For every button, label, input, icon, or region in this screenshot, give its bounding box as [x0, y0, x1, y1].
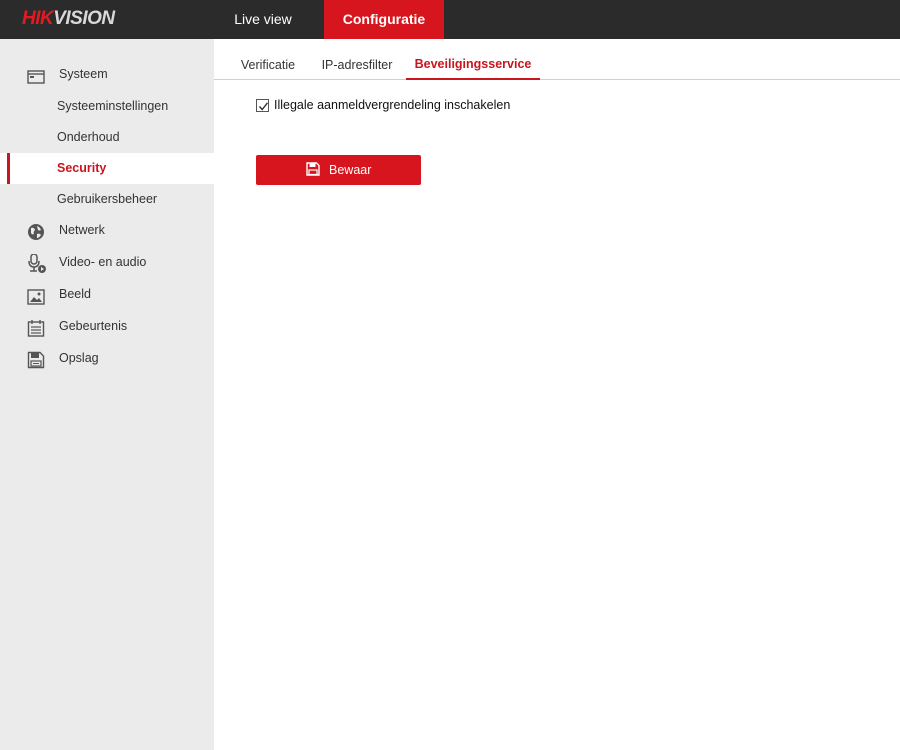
sidebar-subitem-label: Onderhoud — [57, 130, 120, 144]
sidebar-item-label: Video- en audio — [59, 255, 147, 269]
sidebar-item-beeld[interactable]: Beeld — [0, 279, 214, 309]
tab-verificatie[interactable]: Verificatie — [232, 39, 304, 79]
sidebar-subitem-security[interactable]: Security — [0, 153, 214, 184]
sidebar-subitem-label: Security — [57, 161, 107, 175]
sidebar-item-opslag[interactable]: Opslag — [0, 343, 214, 373]
tab-ip-adresfilter[interactable]: IP-adresfilter — [316, 39, 398, 79]
sidebar-item-gebeurtenis[interactable]: Gebeurtenis — [0, 311, 214, 341]
sidebar-subitem-label: Gebruikersbeheer — [57, 192, 158, 206]
calendar-icon — [27, 318, 45, 337]
logo-part-hik: HIK — [22, 8, 54, 29]
illegal-login-lock-checkbox[interactable] — [256, 99, 269, 112]
microphone-icon — [27, 253, 46, 273]
nav-configuratie[interactable]: Configuratie — [324, 0, 444, 39]
storage-icon — [27, 350, 45, 369]
nav-live-view[interactable]: Live view — [214, 0, 312, 39]
sidebar: Systeem Systeeminstellingen Onderhoud Se… — [0, 39, 214, 750]
sidebar-item-netwerk[interactable]: Netwerk — [0, 215, 214, 245]
floppy-disk-icon — [306, 162, 320, 176]
illegal-login-lock-label: Illegale aanmeldvergrendeling inschakele… — [274, 98, 511, 112]
sidebar-item-label: Netwerk — [59, 223, 105, 237]
sidebar-item-label: Systeem — [59, 67, 108, 81]
save-button[interactable]: Bewaar — [256, 155, 421, 185]
sidebar-item-systeem[interactable]: Systeem — [0, 59, 214, 89]
sidebar-subitem-gebruikersbeheer[interactable]: Gebruikersbeheer — [0, 184, 214, 215]
sidebar-subitem-systeeminstellingen[interactable]: Systeeminstellingen — [0, 91, 214, 122]
save-button-label: Bewaar — [329, 163, 372, 177]
sidebar-subitem-label: Systeeminstellingen — [57, 99, 169, 113]
sidebar-item-label: Gebeurtenis — [59, 319, 128, 333]
sidebar-subitem-onderhoud[interactable]: Onderhoud — [0, 122, 214, 153]
checkmark-icon — [258, 102, 269, 111]
hikvision-logo: HIKVISION — [22, 8, 115, 30]
top-bar: HIKVISION Live view Configuratie — [0, 0, 900, 39]
tab-bar: Verificatie IP-adresfilter Beveiligingss… — [214, 39, 900, 80]
image-icon — [27, 286, 45, 305]
globe-icon — [27, 222, 45, 240]
tab-beveiligingsservice[interactable]: Beveiligingsservice — [406, 39, 540, 80]
sidebar-item-video-audio[interactable]: Video- en audio — [0, 247, 214, 277]
sidebar-item-label: Opslag — [59, 351, 99, 365]
monitor-icon — [27, 66, 45, 84]
sidebar-item-label: Beeld — [59, 287, 91, 301]
logo-part-vision: VISION — [53, 8, 115, 29]
